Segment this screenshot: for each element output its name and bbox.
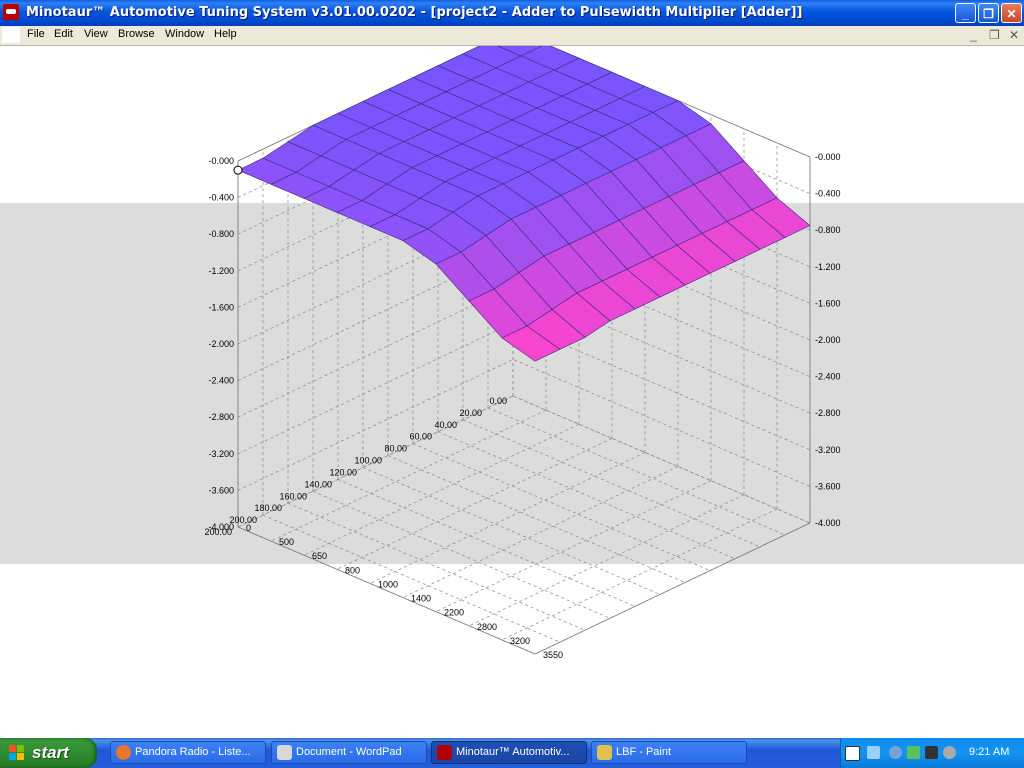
x-tick-label: 40.00 (434, 420, 457, 430)
fn-icon[interactable] (925, 746, 938, 759)
start-label: start (32, 743, 69, 762)
y-tick-label: 500 (279, 537, 294, 547)
minotaur-icon (437, 745, 452, 760)
chart-canvas[interactable]: -0.000 -0.000 -0.400 -0.400 -0.800 -0.800 -1.2… (0, 29, 1024, 738)
x-tick-label: 140.00 (304, 479, 332, 489)
z-tick-label-right: -0.800 (815, 225, 841, 235)
z-tick-label-right: -2.000 (815, 335, 841, 345)
title-bar: Minotaur™ Automotive Tuning System v3.01… (0, 0, 1024, 26)
windows-flag-icon (9, 745, 24, 760)
restore-button[interactable]: ❐ (978, 3, 999, 23)
surface-chart[interactable]: -0.000 -0.000 -0.400 -0.400 -0.800 -0.800 -1.2… (0, 29, 1024, 738)
y-tick-label: 3550 (543, 650, 563, 660)
z-tick-label-right: -4.000 (815, 518, 841, 528)
menu-window[interactable]: Window (165, 28, 204, 40)
x-tick-label: 120.00 (329, 467, 357, 477)
y-tick-label: 2200 (444, 608, 464, 618)
z-tick-label-right: -1.600 (815, 298, 841, 308)
z-tick-label-left: -3.200 (208, 449, 234, 459)
x-tick-label: 200.00 (229, 515, 257, 525)
sound-icon[interactable] (943, 746, 956, 759)
y-tick-label: 1400 (411, 594, 431, 604)
menu-bar: File Edit View Browse Window Help _ ❐ ✕ (0, 26, 1024, 46)
z-tick-label-right: -3.600 (815, 481, 841, 491)
task-wordpad[interactable]: Document - WordPad (271, 741, 427, 764)
task-label: Minotaur™ Automotiv... (456, 746, 570, 758)
y-tick-label: 0 (246, 523, 251, 533)
task-paint[interactable]: LBF - Paint (591, 741, 747, 764)
volume-icon[interactable] (907, 746, 920, 759)
mdi-restore-button[interactable]: ❐ (989, 28, 1000, 42)
system-tray: 9:21 AM (840, 738, 1024, 768)
close-button[interactable]: ✕ (1001, 3, 1022, 23)
x-tick-label: 200.00 (204, 527, 232, 537)
menu-help[interactable]: Help (214, 28, 237, 40)
y-tick-label: 1000 (378, 579, 398, 589)
x-tick-label: 60.00 (409, 432, 432, 442)
x-tick-label: 100.00 (354, 456, 382, 466)
z-tick-label-left: -2.000 (208, 339, 234, 349)
z-tick-label-left: -2.800 (208, 412, 234, 422)
z-tick-label-left: -1.200 (208, 266, 234, 276)
task-minotaur[interactable]: Minotaur™ Automotiv... (431, 741, 587, 764)
x-tick-label: 0.00 (489, 396, 507, 406)
task-label: Pandora Radio - Liste... (135, 746, 251, 758)
network-icon[interactable] (867, 746, 880, 759)
help-icon[interactable] (845, 746, 860, 761)
x-tick-label: 180.00 (254, 503, 282, 513)
selected-point-marker (233, 165, 243, 175)
task-label: LBF - Paint (616, 746, 672, 758)
mdi-child-icon[interactable] (2, 27, 20, 43)
mdi-close-button[interactable]: ✕ (1009, 28, 1019, 42)
z-tick-label-left: -0.800 (208, 229, 234, 239)
z-tick-label-right: -0.000 (815, 152, 841, 162)
taskbar: start Pandora Radio - Liste... Document … (0, 738, 1024, 768)
z-tick-label-right: -1.200 (815, 262, 841, 272)
y-tick-label: 650 (312, 551, 327, 561)
z-tick-label-left: -3.600 (208, 485, 234, 495)
z-tick-label-left: -1.600 (208, 302, 234, 312)
firefox-icon (116, 745, 131, 760)
task-pandora[interactable]: Pandora Radio - Liste... (110, 741, 266, 764)
x-tick-label: 80.00 (384, 444, 407, 454)
minimize-button[interactable]: _ (955, 3, 976, 23)
z-tick-label-right: -2.400 (815, 372, 841, 382)
task-label: Document - WordPad (296, 746, 402, 758)
menu-edit[interactable]: Edit (54, 28, 73, 40)
start-button[interactable]: start (0, 738, 97, 768)
menu-browse[interactable]: Browse (118, 28, 155, 40)
z-tick-label-left: -0.400 (208, 193, 234, 203)
window-title: Minotaur™ Automotive Tuning System v3.01… (26, 5, 803, 20)
minotaur-app-icon[interactable] (3, 4, 19, 20)
y-tick-label: 2800 (477, 622, 497, 632)
z-tick-label-right: -3.200 (815, 445, 841, 455)
menu-view[interactable]: View (84, 28, 108, 40)
paint-icon (597, 745, 612, 760)
y-tick-label: 3200 (510, 636, 530, 646)
wordpad-icon (277, 745, 292, 760)
menu-file[interactable]: File (27, 28, 45, 40)
back-icon[interactable] (889, 746, 902, 759)
z-tick-label-left: -2.400 (208, 376, 234, 386)
z-tick-label-right: -2.800 (815, 408, 841, 418)
z-tick-label-left: -0.000 (208, 156, 234, 166)
mdi-minimize-button[interactable]: _ (970, 28, 977, 42)
x-tick-label: 160.00 (279, 491, 307, 501)
z-tick-label-right: -0.400 (815, 189, 841, 199)
x-tick-label: 20.00 (459, 408, 482, 418)
y-tick-label: 800 (345, 565, 360, 575)
clock: 9:21 AM (969, 746, 1010, 758)
